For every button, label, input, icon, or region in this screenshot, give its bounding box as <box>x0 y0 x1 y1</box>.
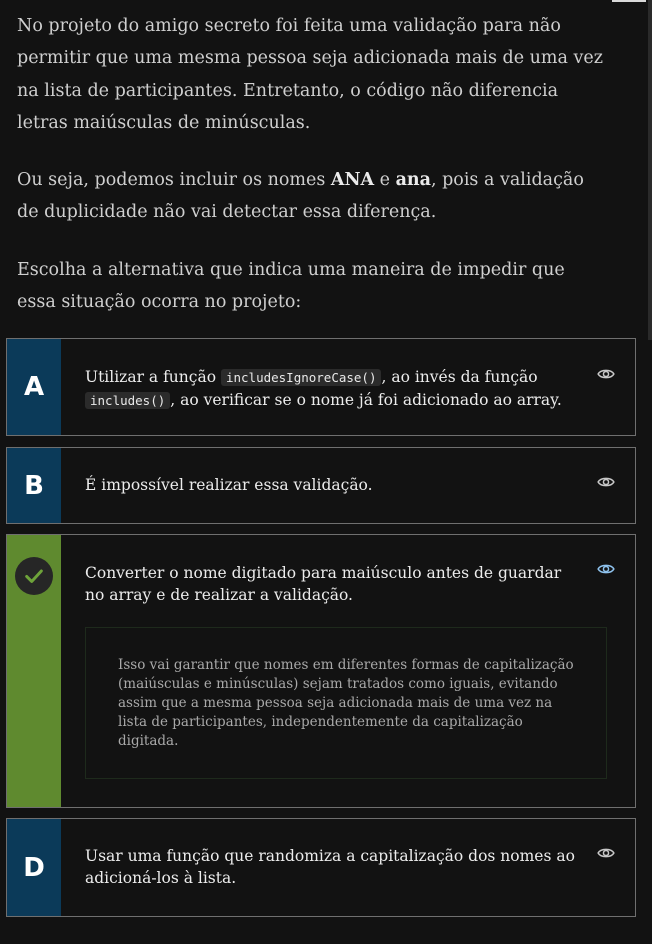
alternative-text: É impossível realizar essa validação. <box>85 476 373 494</box>
alternative-a[interactable]: A Utilizar a função includesIgnoreCase()… <box>6 338 636 436</box>
explanation-text: Isso vai garantir que nomes em diferente… <box>118 657 574 749</box>
alternative-text: Utilizar a função includesIgnoreCase(), … <box>85 366 575 412</box>
check-icon <box>15 557 53 595</box>
alternative-d[interactable]: D Usar uma função que randomiza a capita… <box>6 818 636 917</box>
alternative-letter: D <box>7 819 61 916</box>
statement-paragraph-3: Escolha a alternativa que indica uma man… <box>17 259 565 313</box>
alternative-text: Converter o nome digitado para maiúsculo… <box>85 564 562 604</box>
statement-paragraph-2: Ou seja, podemos incluir os nomes ANA e … <box>17 164 607 229</box>
alternative-text-part: , ao verificar se o nome já foi adiciona… <box>170 391 562 409</box>
eye-icon[interactable] <box>597 473 615 491</box>
alternative-letter: A <box>7 339 61 435</box>
alternative-letter: B <box>7 448 61 523</box>
question-statement: No projeto do amigo secreto foi feita um… <box>17 10 607 318</box>
code-snippet: includesIgnoreCase() <box>220 369 382 386</box>
alternative-c-correct[interactable]: Converter o nome digitado para maiúsculo… <box>6 534 636 808</box>
code-snippet: includes() <box>85 392 171 409</box>
correct-indicator <box>7 535 61 807</box>
eye-icon[interactable] <box>597 365 615 383</box>
eye-icon[interactable] <box>597 560 615 578</box>
checkmark-icon <box>25 569 43 583</box>
explanation-box: Isso vai garantir que nomes em diferente… <box>85 627 607 779</box>
scrollbar-track[interactable] <box>648 0 652 340</box>
alternative-text-part: , ao invés da função <box>381 368 538 386</box>
statement-emphasis: ANA <box>330 170 375 191</box>
statement-text: Ou seja, podemos incluir os nomes <box>17 170 331 191</box>
top-edge-bar <box>612 0 646 2</box>
statement-text: e <box>374 170 396 191</box>
eye-icon[interactable] <box>597 844 615 862</box>
alternative-text-part: Utilizar a função <box>85 368 221 386</box>
statement-paragraph-1: No projeto do amigo secreto foi feita um… <box>17 16 603 133</box>
alternative-b[interactable]: B É impossível realizar essa validação. <box>6 447 636 524</box>
alternative-text: Usar uma função que randomiza a capitali… <box>85 847 575 887</box>
statement-emphasis: ana <box>395 170 431 191</box>
